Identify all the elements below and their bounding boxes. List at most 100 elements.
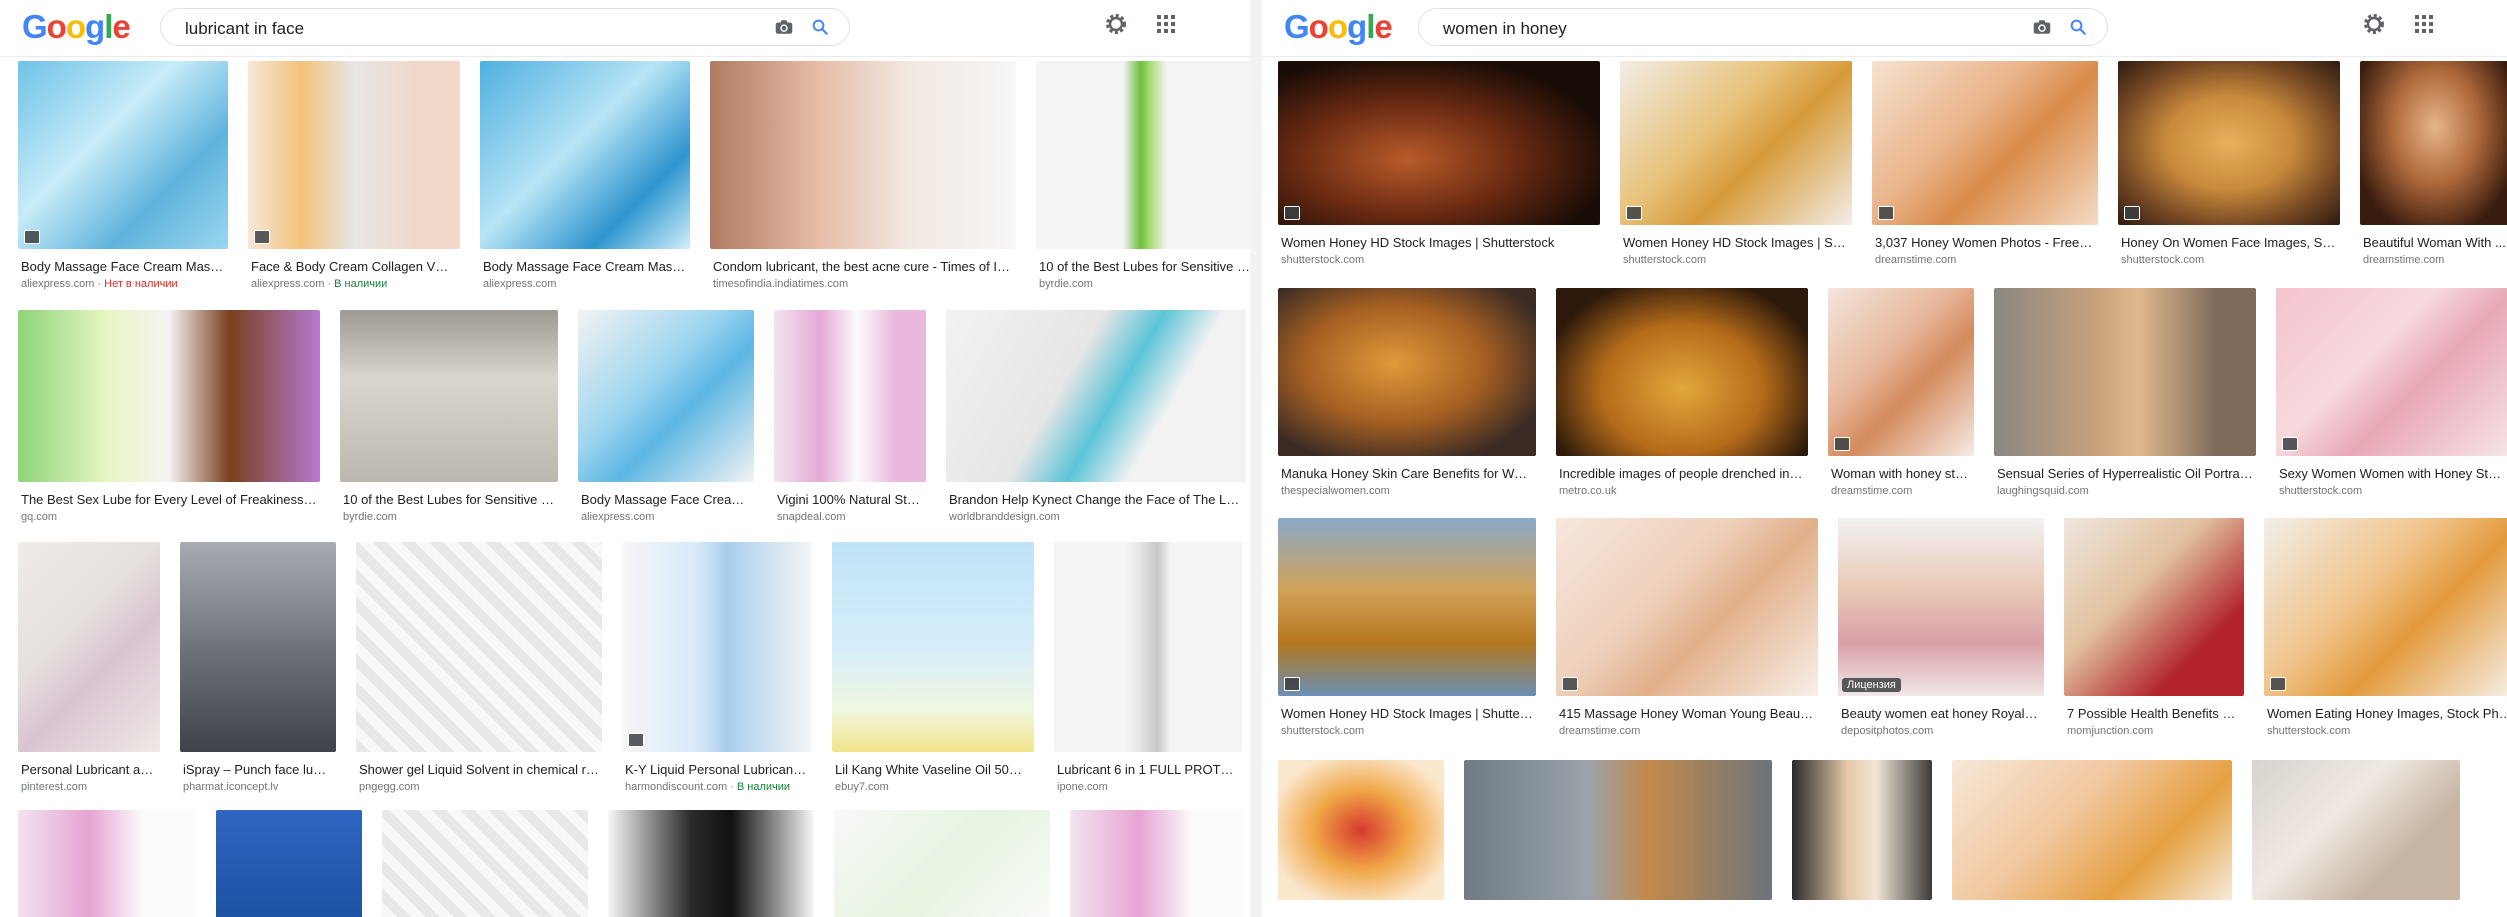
result-title[interactable]: Face & Body Cream Collagen VC M... bbox=[251, 259, 457, 275]
result-title[interactable]: iSpray – Punch face lubr... bbox=[183, 762, 333, 778]
result-source: aliexpress.com bbox=[483, 278, 557, 290]
result-thumbnail[interactable] bbox=[18, 542, 160, 752]
result-title[interactable]: Shower gel Liquid Solvent in chemical re… bbox=[359, 762, 599, 778]
result-thumbnail[interactable] bbox=[1036, 61, 1250, 249]
result-title[interactable]: Sensual Series of Hyperrealistic Oil Por… bbox=[1997, 466, 2253, 482]
result-thumbnail[interactable] bbox=[2360, 61, 2507, 225]
result-title[interactable]: Body Massage Face Cream ... bbox=[581, 492, 751, 508]
result-title[interactable]: Body Massage Face Cream Mastu... bbox=[21, 259, 225, 275]
result-source: pngegg.com bbox=[359, 781, 420, 793]
result-title[interactable]: 10 of the Best Lubes for Sensitive S... bbox=[343, 492, 555, 508]
result-thumbnail[interactable] bbox=[180, 542, 336, 752]
header: Google bbox=[0, 0, 1250, 57]
result-thumbnail[interactable] bbox=[18, 810, 196, 917]
result-title[interactable]: K-Y Liquid Personal Lubricant 5... bbox=[625, 762, 809, 778]
result-thumbnail[interactable] bbox=[382, 810, 588, 917]
right-results-pane: Google Women Honey HD Stock Images | Shu… bbox=[1262, 0, 2507, 917]
camera-icon[interactable] bbox=[775, 19, 793, 35]
result-title[interactable]: Lubricant 6 in 1 FULL PROTEC... bbox=[1057, 762, 1239, 778]
stock-status: В наличии bbox=[334, 278, 388, 290]
result-title[interactable]: Women Honey HD Stock Images | Shut... bbox=[1623, 235, 1849, 251]
result-title[interactable]: Body Massage Face Cream Mastu... bbox=[483, 259, 687, 275]
gear-icon[interactable] bbox=[1104, 12, 1128, 36]
result-source: shutterstock.com bbox=[2267, 725, 2351, 737]
result-thumbnail[interactable] bbox=[2118, 61, 2340, 225]
result-thumbnail[interactable] bbox=[2264, 518, 2507, 696]
result-thumbnail[interactable] bbox=[18, 310, 320, 482]
result-thumbnail[interactable] bbox=[216, 810, 362, 917]
camera-icon[interactable] bbox=[2033, 19, 2051, 35]
result-thumbnail[interactable] bbox=[1994, 288, 2256, 456]
result-title[interactable]: Women Eating Honey Images, Stock Photo..… bbox=[2267, 706, 2507, 722]
result-thumbnail[interactable] bbox=[1828, 288, 1974, 456]
result-title[interactable]: Brandon Help Kynect Change the Face of T… bbox=[949, 492, 1243, 508]
result-thumbnail[interactable] bbox=[1792, 760, 1932, 900]
result-thumbnail[interactable] bbox=[1070, 810, 1244, 917]
result-thumbnail[interactable] bbox=[774, 310, 926, 482]
result-thumbnail[interactable] bbox=[1556, 288, 1808, 456]
result-title[interactable]: Incredible images of people drenched in … bbox=[1559, 466, 1805, 482]
result-thumbnail[interactable] bbox=[248, 61, 460, 249]
result-thumbnail[interactable] bbox=[2276, 288, 2507, 456]
result-thumbnail[interactable] bbox=[622, 542, 812, 752]
result-title[interactable]: Beautiful Woman With ... bbox=[2363, 235, 2507, 251]
result-title[interactable]: 7 Possible Health Benefits O... bbox=[2067, 706, 2241, 722]
search-box bbox=[160, 8, 850, 46]
result-source: shutterstock.com bbox=[2121, 254, 2205, 266]
result-thumbnail[interactable] bbox=[340, 310, 558, 482]
result-title[interactable]: Woman with honey sto... bbox=[1831, 466, 1971, 482]
google-logo[interactable]: Google bbox=[1284, 8, 1393, 46]
result-thumbnail[interactable] bbox=[1556, 518, 1818, 696]
result-title[interactable]: Beauty women eat honey Royalty ... bbox=[1841, 706, 2041, 722]
result-title[interactable]: 415 Massage Honey Woman Young Beauti... bbox=[1559, 706, 1815, 722]
result-thumbnail[interactable]: Лицензия bbox=[1838, 518, 2044, 696]
google-logo[interactable]: Google bbox=[22, 8, 131, 46]
result-title[interactable]: Manuka Honey Skin Care Benefits for Wom.… bbox=[1281, 466, 1533, 482]
search-input[interactable] bbox=[1441, 17, 1985, 41]
result-source: worldbranddesign.com bbox=[949, 511, 1060, 523]
result-title[interactable]: Vigini 100% Natural Stre... bbox=[777, 492, 923, 508]
search-icon[interactable] bbox=[811, 18, 829, 36]
result-title[interactable]: Women Honey HD Stock Images | Shuttersto… bbox=[1281, 235, 1597, 251]
result-source: aliexpress.com · В наличии bbox=[251, 278, 388, 290]
result-title[interactable]: Lil Kang White Vaseline Oil 50ml ... bbox=[835, 762, 1031, 778]
result-thumbnail[interactable] bbox=[1620, 61, 1852, 225]
result-title[interactable]: 3,037 Honey Women Photos - Free & ... bbox=[1875, 235, 2095, 251]
result-thumbnail[interactable] bbox=[2252, 760, 2460, 900]
apps-grid-icon[interactable] bbox=[2414, 14, 2434, 34]
result-thumbnail[interactable] bbox=[946, 310, 1246, 482]
result-thumbnail[interactable] bbox=[1464, 760, 1772, 900]
product-tag-icon bbox=[2270, 677, 2286, 691]
result-title[interactable]: Honey On Women Face Images, Stoc... bbox=[2121, 235, 2337, 251]
result-thumbnail[interactable] bbox=[480, 61, 690, 249]
apps-grid-icon[interactable] bbox=[1156, 14, 1176, 34]
result-source: timesofindia.indiatimes.com bbox=[713, 278, 849, 290]
result-source: shutterstock.com bbox=[2279, 485, 2363, 497]
result-source: dreamstime.com bbox=[1875, 254, 1957, 266]
search-icon[interactable] bbox=[2069, 18, 2087, 36]
header: Google bbox=[1262, 0, 2507, 57]
result-thumbnail[interactable] bbox=[1054, 542, 1242, 752]
result-thumbnail[interactable] bbox=[1278, 518, 1536, 696]
result-title[interactable]: Personal Lubricant and... bbox=[21, 762, 157, 778]
search-input[interactable] bbox=[183, 17, 727, 41]
result-title[interactable]: 10 of the Best Lubes for Sensitive S... bbox=[1039, 259, 1250, 275]
result-thumbnail[interactable] bbox=[834, 810, 1050, 917]
result-thumbnail[interactable] bbox=[710, 61, 1016, 249]
result-title[interactable]: Condom lubricant, the best acne cure - T… bbox=[713, 259, 1013, 275]
result-thumbnail[interactable] bbox=[1278, 61, 1600, 225]
result-thumbnail[interactable] bbox=[608, 810, 814, 917]
result-thumbnail[interactable] bbox=[1952, 760, 2232, 900]
result-title[interactable]: The Best Sex Lube for Every Level of Fre… bbox=[21, 492, 317, 508]
result-title[interactable]: Sexy Women Women with Honey Stock... bbox=[2279, 466, 2505, 482]
result-thumbnail[interactable] bbox=[1278, 760, 1444, 900]
result-thumbnail[interactable] bbox=[18, 61, 228, 249]
result-thumbnail[interactable] bbox=[1872, 61, 2098, 225]
result-thumbnail[interactable] bbox=[2064, 518, 2244, 696]
result-thumbnail[interactable] bbox=[1278, 288, 1536, 456]
gear-icon[interactable] bbox=[2362, 12, 2386, 36]
result-thumbnail[interactable] bbox=[578, 310, 754, 482]
result-thumbnail[interactable] bbox=[832, 542, 1034, 752]
result-thumbnail[interactable] bbox=[356, 542, 602, 752]
result-title[interactable]: Women Honey HD Stock Images | Shutterst.… bbox=[1281, 706, 1533, 722]
